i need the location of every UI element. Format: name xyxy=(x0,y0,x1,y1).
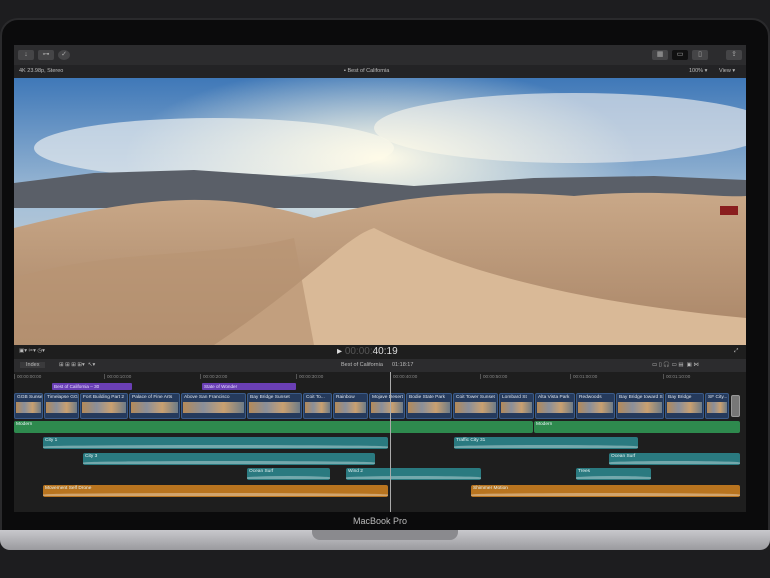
music-clip[interactable]: Modern xyxy=(534,421,740,433)
playhead[interactable] xyxy=(390,372,391,512)
audio-clip[interactable]: Ocean Surf xyxy=(247,468,330,480)
clip-label: Timelapse GGB xyxy=(47,395,78,400)
clip-label: SF City... xyxy=(708,395,728,400)
video-clip[interactable]: Bodie State Park xyxy=(406,393,452,419)
clip-label: Coit Tower Sunset xyxy=(456,395,495,400)
video-clip[interactable]: Bay Bridge Sunset xyxy=(247,393,302,419)
ruler-tick: 00:01:00:00 xyxy=(570,374,597,379)
clip-thumbnail xyxy=(335,402,366,413)
waveform xyxy=(247,476,330,479)
title-clip[interactable]: State of Wonder xyxy=(202,383,296,390)
waveform xyxy=(83,461,375,464)
video-clip[interactable]: Lombard St xyxy=(499,393,534,419)
ruler-tick: 00:01:10:00 xyxy=(663,374,690,379)
audio-clip[interactable]: City 1 xyxy=(43,437,388,449)
device-label: MacBook Pro xyxy=(352,516,408,526)
music-clip[interactable]: Modern xyxy=(14,421,533,433)
audio-clip[interactable]: Movement Self Drone xyxy=(43,485,388,497)
waveform xyxy=(346,476,481,479)
clip-label: Bay Bridge toward SF xyxy=(619,395,663,400)
clip-thumbnail xyxy=(618,402,662,413)
audio-clip[interactable]: City 3 xyxy=(83,453,375,465)
clip-thumbnail xyxy=(183,402,244,413)
audio-clip[interactable]: Trees xyxy=(576,468,651,480)
video-clip[interactable]: Palace of Fine Arts xyxy=(129,393,180,419)
clip-thumbnail xyxy=(455,402,496,413)
waveform xyxy=(454,445,638,448)
clip-thumbnail xyxy=(667,402,702,413)
clip-label: Rainbow xyxy=(336,395,355,400)
final-cut-pro-window: ↓ ⊶ ✓ ▦ ▭ ▯ ⇪ 4K 23.98p, Stereo ▪ Best o… xyxy=(14,45,746,512)
ruler-tick: 00:00:30:00 xyxy=(296,374,323,379)
waveform xyxy=(576,476,651,479)
video-clip[interactable]: Mojave Desert xyxy=(369,393,405,419)
clip-thumbnail xyxy=(249,402,300,413)
video-clip[interactable]: Redwoods xyxy=(576,393,615,419)
clip-label: Alta Vista Park xyxy=(538,395,570,400)
audio-clip[interactable]: Ocean Surf xyxy=(609,453,740,465)
video-clip[interactable]: SF City... xyxy=(705,393,729,419)
clip-thumbnail xyxy=(537,402,573,413)
ruler-tick: 00:00:50:00 xyxy=(480,374,507,379)
waveform xyxy=(43,493,388,496)
video-clip[interactable]: Bay Bridge toward SF xyxy=(616,393,664,419)
clip-label: Movement Self Drone xyxy=(45,486,92,491)
clip-label: Ocean Surf xyxy=(249,469,274,474)
clip-thumbnail xyxy=(131,402,178,413)
clip-thumbnail xyxy=(371,402,403,413)
clip-label: Bay Bridge xyxy=(668,395,692,400)
clip-thumbnail xyxy=(408,402,450,413)
audio-clip[interactable]: Shimmer Motion xyxy=(471,485,740,497)
waveform xyxy=(43,445,388,448)
waveform xyxy=(471,493,740,496)
video-clip[interactable]: Coit To... xyxy=(303,393,332,419)
clip-end-handle[interactable] xyxy=(731,395,740,417)
clip-thumbnail xyxy=(46,402,77,413)
ruler-tick: 00:00:10:00 xyxy=(104,374,131,379)
clip-label: City 3 xyxy=(85,454,98,459)
ruler-tick: 00:00:40:00 xyxy=(390,374,417,379)
clip-label: Redwoods xyxy=(579,395,602,400)
clip-label: Above San Francisco xyxy=(184,395,230,400)
title-clip[interactable]: Best of California – 30 xyxy=(52,383,132,390)
clip-label: Trees xyxy=(578,469,591,474)
clip-thumbnail xyxy=(82,402,126,413)
video-clip[interactable]: Above San Francisco xyxy=(181,393,246,419)
video-clip[interactable]: Bay Bridge xyxy=(665,393,704,419)
clip-label: Palace of Fine Arts xyxy=(132,395,173,400)
clip-label: City 1 xyxy=(45,438,58,443)
clip-thumbnail xyxy=(16,402,41,413)
clip-label: Modern xyxy=(536,422,553,427)
video-clip[interactable]: GGB Sunset xyxy=(14,393,43,419)
clip-label: Lombard St xyxy=(502,395,527,400)
audio-clip[interactable]: Wind 2 xyxy=(346,468,481,480)
ruler-tick: 00:00:20:00 xyxy=(200,374,227,379)
video-clip[interactable]: Timelapse GGB xyxy=(44,393,79,419)
ruler-tick: 00:00:00:00 xyxy=(14,374,41,379)
audio-clip[interactable]: Traffic City 31 xyxy=(454,437,638,449)
video-clip[interactable]: Fort Building Part 2 xyxy=(80,393,128,419)
clip-thumbnail xyxy=(578,402,613,413)
clip-label: Mojave Desert xyxy=(372,395,403,400)
video-clip[interactable]: Rainbow xyxy=(333,393,368,419)
clip-thumbnail xyxy=(707,402,727,413)
laptop-notch xyxy=(312,530,458,540)
clip-label: Traffic City 31 xyxy=(456,438,486,443)
clip-label: Modern xyxy=(16,422,33,427)
clip-label: Bay Bridge Sunset xyxy=(250,395,290,400)
clip-label: Bodie State Park xyxy=(409,395,445,400)
clip-label: GGB Sunset xyxy=(17,395,42,400)
waveform xyxy=(609,461,740,464)
timeline[interactable]: 00:00:00:00 00:00:10:00 00:00:20:00 00:00:3… xyxy=(14,45,746,512)
video-clip[interactable]: Coit Tower Sunset xyxy=(453,393,498,419)
clip-thumbnail xyxy=(501,402,532,413)
video-clip[interactable]: Alta Vista Park xyxy=(535,393,575,419)
clip-label: Ocean Surf xyxy=(611,454,636,459)
clip-thumbnail xyxy=(305,402,330,413)
clip-label: Shimmer Motion xyxy=(473,486,508,491)
clip-label: Fort Building Part 2 xyxy=(83,395,125,400)
clip-label: Coit To... xyxy=(306,395,325,400)
clip-label: Wind 2 xyxy=(348,469,363,474)
